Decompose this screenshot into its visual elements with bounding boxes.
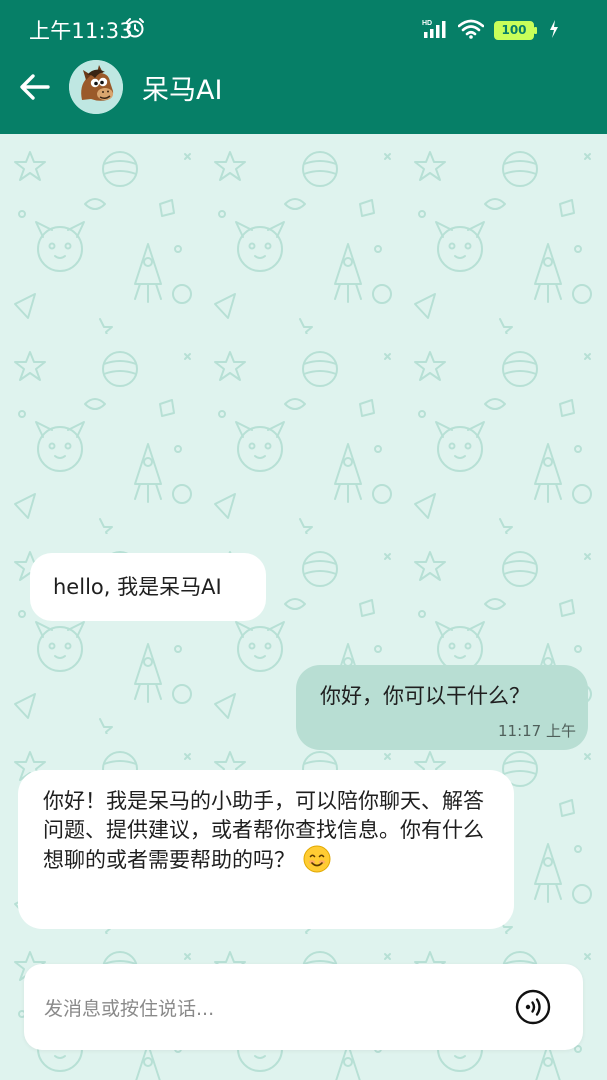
alarm-clock-icon — [126, 18, 144, 38]
wifi-icon — [458, 19, 484, 39]
voice-wave-icon[interactable] — [515, 989, 551, 1025]
chat-area[interactable]: hello, 我是呆马AI 你好，你可以干什么？ 11:17 上午 你好！我是呆… — [0, 134, 607, 1080]
chat-title[interactable]: 呆马AI — [142, 68, 222, 107]
lightning-bolt-icon — [550, 20, 558, 38]
status-bar: 上午11:33 HD 100 — [0, 0, 607, 58]
app-bar: 呆马AI — [0, 58, 607, 134]
smiling-face-emoji-icon — [303, 845, 331, 873]
message-text: 你好，你可以干什么？ — [320, 684, 530, 708]
message-text: hello, 我是呆马AI — [53, 575, 222, 599]
network-type-label: HD — [422, 20, 432, 27]
cartoon-horse-avatar — [69, 60, 123, 114]
message-input[interactable] — [42, 992, 506, 1026]
message-text: 你好！我是呆马的小助手，可以陪你聊天、解答问题、提供建议，或者帮你查找信息。你有… — [43, 789, 484, 872]
cell-signal-icon: HD — [422, 20, 446, 38]
bot-message-bubble[interactable]: 你好！我是呆马的小助手，可以陪你聊天、解答问题、提供建议，或者帮你查找信息。你有… — [18, 770, 514, 929]
message-timestamp: 11:17 上午 — [498, 722, 576, 740]
arrow-left-icon[interactable] — [14, 66, 56, 108]
bot-message-bubble[interactable]: hello, 我是呆马AI — [30, 553, 266, 621]
status-time: 上午11:33 — [29, 19, 133, 43]
app-header: 上午11:33 HD 100 呆马AI — [0, 0, 607, 134]
battery-indicator: 100 — [494, 21, 537, 40]
user-message-bubble[interactable]: 你好，你可以干什么？ 11:17 上午 — [296, 665, 588, 750]
message-input-bar — [24, 964, 583, 1050]
avatar[interactable] — [69, 60, 123, 114]
